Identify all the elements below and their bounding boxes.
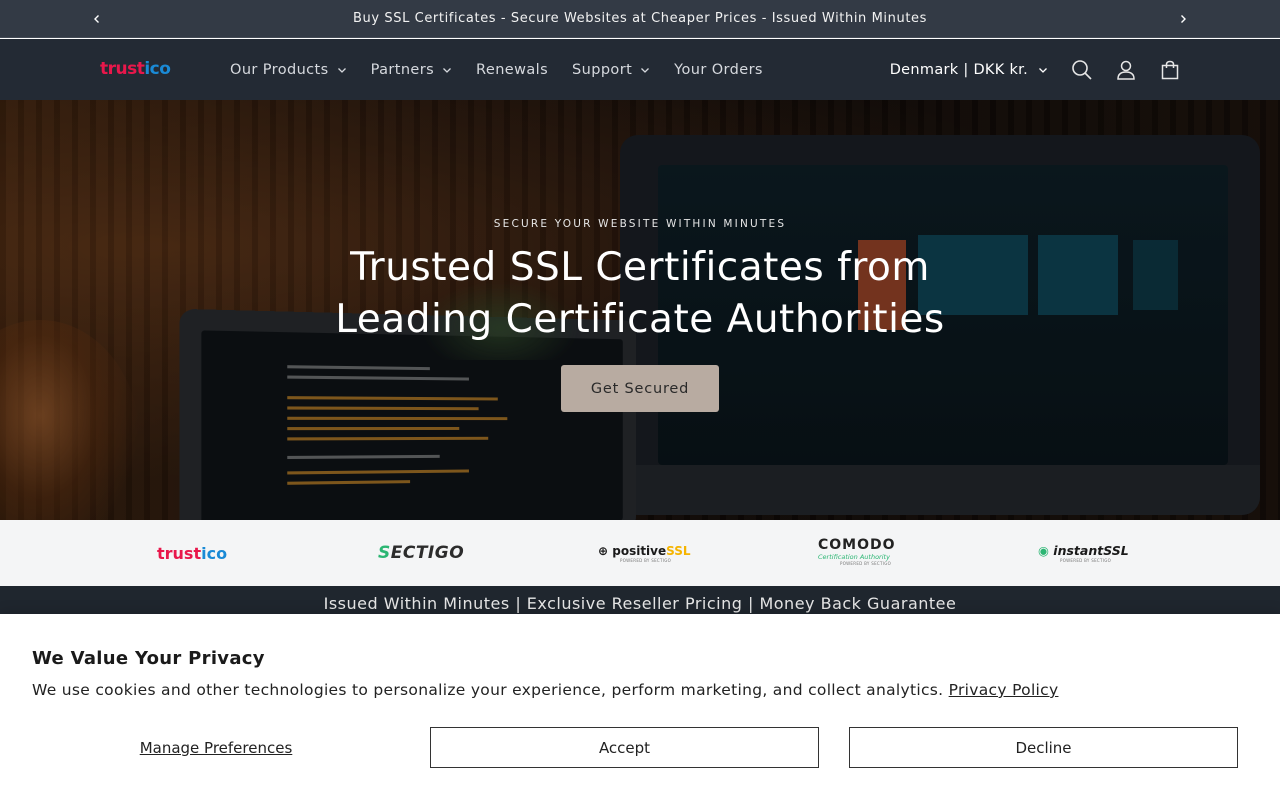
- comodo-sub: Certification Authority: [818, 552, 890, 561]
- nav-support[interactable]: Support: [560, 39, 662, 100]
- account-button[interactable]: [1104, 48, 1148, 92]
- search-button[interactable]: [1060, 48, 1104, 92]
- comodo-sub2: POWERED BY SECTIGO: [840, 560, 892, 566]
- nav-your-orders[interactable]: Your Orders: [662, 39, 775, 100]
- trustico-logo-part2: ico: [201, 543, 228, 563]
- positivessl-logo[interactable]: ⊕ positiveSSL POWERED BY SECTIGO: [598, 540, 691, 566]
- sectigo-logo-mark: S: [378, 543, 391, 563]
- hero-eyebrow: SECURE YOUR WEBSITE WITHIN MINUTES: [493, 218, 787, 230]
- positivessl-suffix: SSL: [666, 543, 691, 558]
- positivessl-sub: POWERED BY SECTIGO: [620, 557, 672, 563]
- cookie-text: We use cookies and other technologies to…: [32, 681, 1058, 699]
- sectigo-logo[interactable]: S ECTIGO: [378, 540, 464, 566]
- main-nav: Our Products Partners Renewals Support Y…: [218, 39, 775, 100]
- cookie-banner: We Value Your Privacy We use cookies and…: [0, 614, 1280, 800]
- announcement-next-button[interactable]: [1173, 9, 1193, 29]
- chevron-right-icon: [1181, 15, 1186, 23]
- nav-our-products[interactable]: Our Products: [218, 39, 359, 100]
- chevron-down-icon: [640, 65, 650, 75]
- trustico-logo[interactable]: trust ico: [157, 540, 227, 566]
- cart-icon: [1161, 60, 1179, 79]
- header-actions: Denmark | DKK kr.: [890, 39, 1192, 100]
- nav-renewals[interactable]: Renewals: [464, 39, 560, 100]
- accept-button[interactable]: Accept: [430, 727, 819, 768]
- nav-partners[interactable]: Partners: [359, 39, 464, 100]
- announcement-message[interactable]: Buy SSL Certificates - Secure Websites a…: [353, 11, 927, 26]
- chevron-left-icon: [94, 15, 99, 23]
- positivessl-prefix: positive: [612, 543, 667, 558]
- get-secured-button[interactable]: Get Secured: [561, 365, 719, 412]
- hero-title: Trusted SSL Certificates from Leading Ce…: [335, 245, 945, 342]
- country-selector-label: Denmark | DKK kr.: [889, 61, 1028, 78]
- brand-logos-strip: trust ico S ECTIGO ⊕ positiveSSL POWERED B…: [0, 520, 1280, 586]
- cart-button[interactable]: [1148, 48, 1192, 92]
- chevron-down-icon: [337, 65, 347, 75]
- nav-label: Your Orders: [674, 61, 763, 78]
- hero-banner: SECURE YOUR WEBSITE WITHIN MINUTES Trust…: [0, 100, 1280, 520]
- search-icon: [1072, 59, 1092, 80]
- nav-label: Renewals: [476, 61, 549, 78]
- instantssl-sub: POWERED BY SECTIGO: [1060, 558, 1112, 563]
- announcement-prev-button[interactable]: [87, 9, 107, 29]
- logo-text-trust: trust: [100, 59, 145, 79]
- instantssl-suffix: SSL: [1103, 543, 1129, 558]
- cookie-description: We use cookies and other technologies to…: [32, 681, 944, 699]
- country-selector[interactable]: Denmark | DKK kr.: [890, 62, 1048, 78]
- trustico-logo-part1: trust: [157, 543, 202, 563]
- cookie-title: We Value Your Privacy: [32, 648, 265, 669]
- account-icon: [1117, 60, 1135, 80]
- chevron-down-icon: [442, 65, 452, 75]
- sectigo-logo-text: ECTIGO: [390, 543, 465, 563]
- nav-label: Our Products: [230, 61, 329, 78]
- comodo-logo[interactable]: COMODO Certification Authority POWERED B…: [818, 536, 896, 566]
- manage-preferences-button[interactable]: Manage Preferences: [32, 727, 400, 768]
- decline-button[interactable]: Decline: [849, 727, 1238, 768]
- privacy-policy-link[interactable]: Privacy Policy: [949, 681, 1059, 699]
- instantssl-logo[interactable]: ◉ instantSSL POWERED BY SECTIGO: [1038, 540, 1129, 566]
- instantssl-prefix: instant: [1053, 543, 1104, 558]
- site-logo[interactable]: trust ico: [100, 59, 171, 79]
- announcement-bar: Buy SSL Certificates - Secure Websites a…: [0, 0, 1280, 38]
- comodo-name: COMODO: [818, 536, 896, 553]
- logo-text-ico: ico: [144, 59, 171, 79]
- chevron-down-icon: [1038, 65, 1048, 75]
- nav-label: Support: [572, 61, 633, 78]
- site-header: trust ico Our Products Partners Renewals …: [0, 39, 1280, 100]
- nav-label: Partners: [370, 61, 435, 78]
